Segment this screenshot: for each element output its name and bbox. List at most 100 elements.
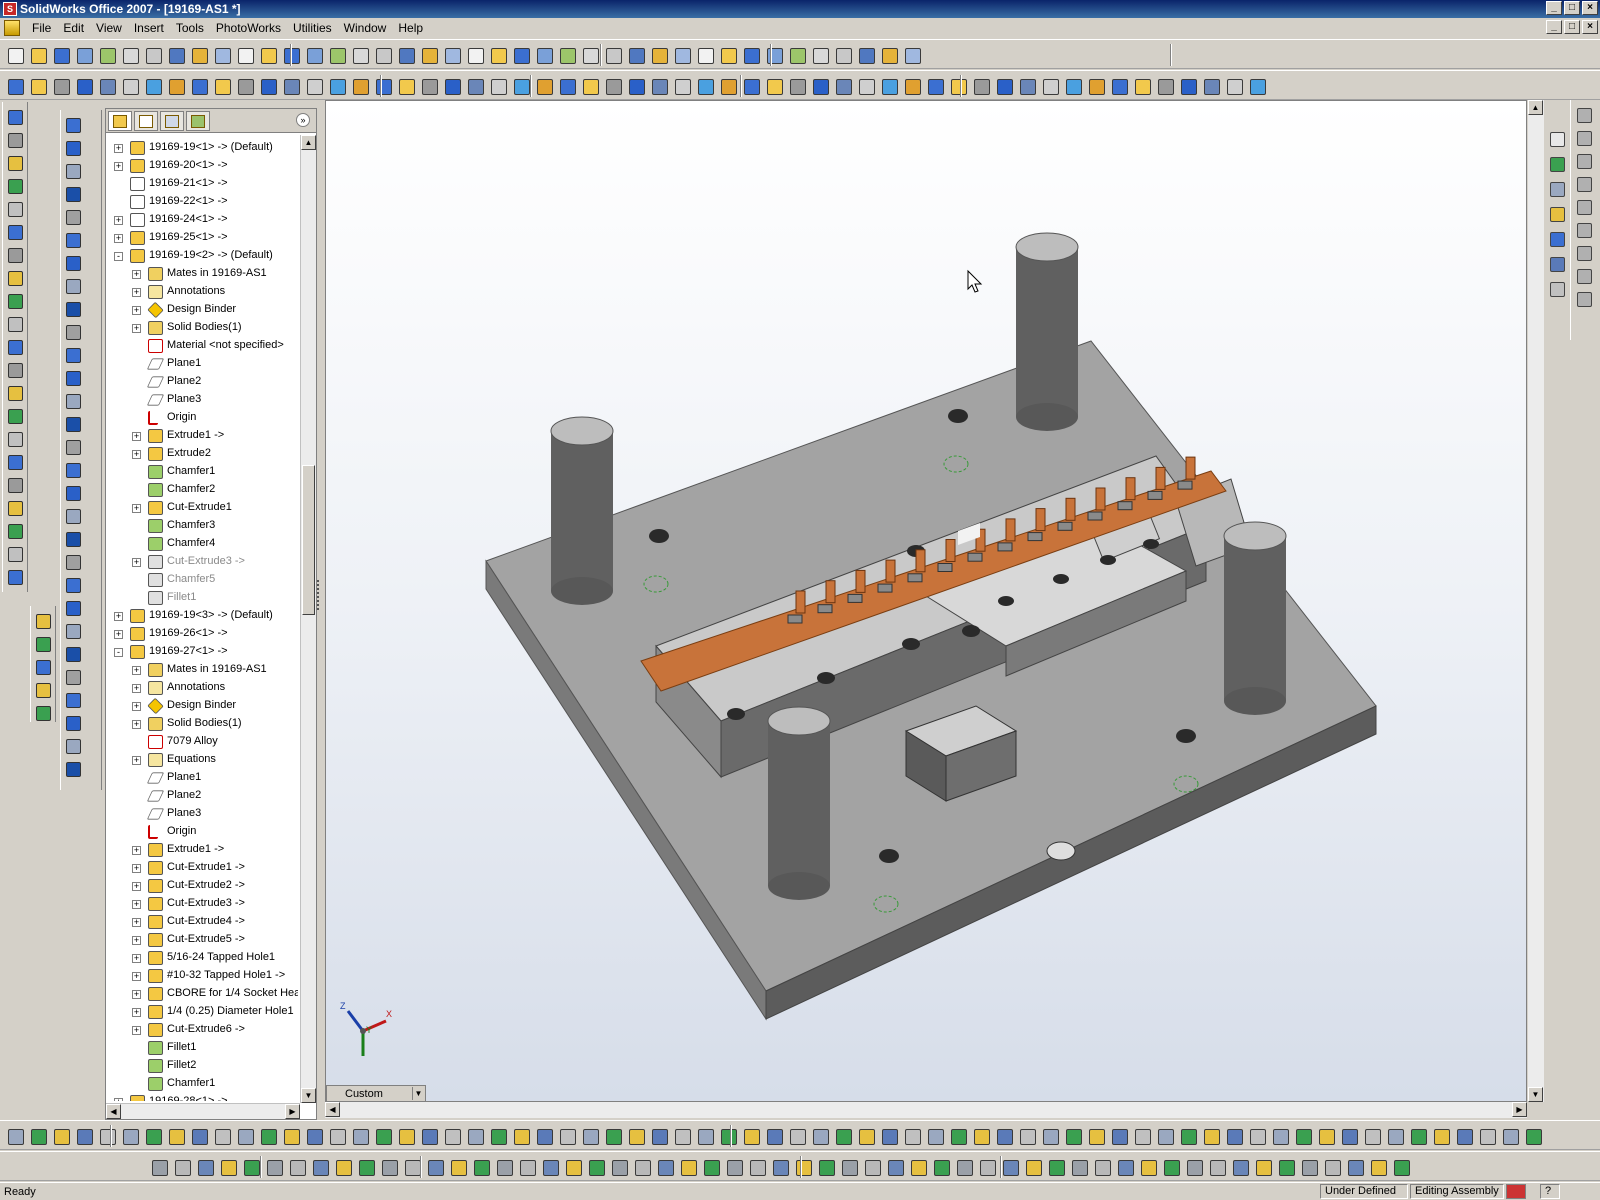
toolbar-button-icon[interactable] <box>857 1127 875 1145</box>
toolbar-button-icon[interactable] <box>6 568 24 586</box>
chevron-down-icon[interactable]: ▼ <box>412 1087 424 1100</box>
toolbar-button-icon[interactable] <box>650 1127 668 1145</box>
toolbar-button-icon[interactable] <box>6 200 24 218</box>
toolbar-button-icon[interactable] <box>1294 1127 1312 1145</box>
toolbar-button-icon[interactable] <box>173 1158 191 1176</box>
tree-item[interactable]: + Mates in 19169-AS1 <box>106 265 298 283</box>
toolbar-button-icon[interactable] <box>673 1127 691 1145</box>
scroll-down-arrow[interactable]: ▼ <box>301 1088 316 1103</box>
tree-item[interactable]: Chamfer1 <box>106 1075 298 1093</box>
toolbar-button-icon[interactable] <box>121 77 139 95</box>
toolbar-button-icon[interactable] <box>909 1158 927 1176</box>
toolbar-button-icon[interactable] <box>242 1158 260 1176</box>
toolbar-button-icon[interactable] <box>1501 1127 1519 1145</box>
toolbar-button-icon[interactable] <box>64 599 82 617</box>
assembly-model[interactable]: Z X Y <box>326 101 1527 1102</box>
toolbar-button-icon[interactable] <box>29 46 47 64</box>
tree-item[interactable]: Fillet1 <box>106 589 298 607</box>
toolbar-button-icon[interactable] <box>144 1127 162 1145</box>
toolbar-button-icon[interactable] <box>1208 1158 1226 1176</box>
menu-insert[interactable]: Insert <box>128 21 170 35</box>
minimize-button[interactable]: _ <box>1546 1 1562 15</box>
task-pane-tab-icon[interactable] <box>1548 280 1566 298</box>
menu-utilities[interactable]: Utilities <box>287 21 338 35</box>
tree-item[interactable]: + Solid Bodies(1) <box>106 715 298 733</box>
tree-expander[interactable]: + <box>132 504 141 513</box>
toolbar-button-icon[interactable] <box>650 46 668 64</box>
toolbar-button-icon[interactable] <box>696 46 714 64</box>
task-pane-tab-icon[interactable] <box>1548 155 1566 173</box>
toolbar-button-icon[interactable] <box>6 77 24 95</box>
tree-item[interactable]: Plane2 <box>106 373 298 391</box>
toolbar-button-icon[interactable] <box>6 154 24 172</box>
tree-expander[interactable]: + <box>114 162 123 171</box>
toolbar-button-icon[interactable] <box>6 545 24 563</box>
tree-item[interactable]: + Cut-Extrude1 -> <box>106 859 298 877</box>
toolbar-button-icon[interactable] <box>1064 77 1082 95</box>
toolbar-button-icon[interactable] <box>144 77 162 95</box>
toolbar-button-icon[interactable] <box>34 681 52 699</box>
toolbar-button-icon[interactable] <box>1300 1158 1318 1176</box>
toolbar-button-icon[interactable] <box>167 1127 185 1145</box>
toolbar-button-icon[interactable] <box>1202 77 1220 95</box>
toolbar-button-icon[interactable] <box>880 46 898 64</box>
toolbar-button-icon[interactable] <box>1018 1127 1036 1145</box>
toolbar-button-icon[interactable] <box>64 737 82 755</box>
toolbar-button-icon[interactable] <box>495 1158 513 1176</box>
toolbar-button-icon[interactable] <box>656 1158 674 1176</box>
toolbar-button-icon[interactable] <box>64 645 82 663</box>
toolbar-button-icon[interactable] <box>420 77 438 95</box>
tree-item[interactable]: + Extrude2 <box>106 445 298 463</box>
toolbar-button-icon[interactable] <box>64 576 82 594</box>
viewport-scroll-left[interactable]: ◀ <box>325 1102 340 1117</box>
toolbar-button-icon[interactable] <box>1139 1158 1157 1176</box>
tree-item[interactable]: + Cut-Extrude2 -> <box>106 877 298 895</box>
tree-item[interactable]: Chamfer5 <box>106 571 298 589</box>
toolbar-button-icon[interactable] <box>64 392 82 410</box>
tree-item[interactable]: + Design Binder <box>106 301 298 319</box>
toolbar-button-icon[interactable] <box>1248 77 1266 95</box>
doc-minimize-button[interactable]: _ <box>1546 20 1562 34</box>
viewport-vertical-scrollbar[interactable]: ▲ ▼ <box>1528 100 1544 1102</box>
toolbar-button-icon[interactable] <box>1202 1127 1220 1145</box>
toolbar-button-icon[interactable] <box>236 1127 254 1145</box>
close-button[interactable]: × <box>1582 1 1598 15</box>
toolbar-button-icon[interactable] <box>75 46 93 64</box>
toolbar-button-icon[interactable] <box>558 46 576 64</box>
tree-item[interactable]: Chamfer2 <box>106 481 298 499</box>
toolbar-button-icon[interactable] <box>34 658 52 676</box>
toolbar-button-icon[interactable] <box>98 46 116 64</box>
tree-item[interactable]: Chamfer3 <box>106 517 298 535</box>
toolbar-button-icon[interactable] <box>64 162 82 180</box>
toolbar-button-icon[interactable] <box>880 1127 898 1145</box>
toolbar-button-icon[interactable] <box>64 208 82 226</box>
toolbar-button-icon[interactable] <box>719 46 737 64</box>
toolbar-button-icon[interactable] <box>1064 1127 1082 1145</box>
tree-expander[interactable]: + <box>114 630 123 639</box>
toolbar-button-icon[interactable] <box>6 1127 24 1145</box>
toolbar-button-icon[interactable] <box>305 46 323 64</box>
toolbar-button-icon[interactable] <box>64 415 82 433</box>
toolbar-button-icon[interactable] <box>6 522 24 540</box>
toolbar-button-icon[interactable] <box>328 1127 346 1145</box>
tree-item[interactable]: Fillet1 <box>106 1039 298 1057</box>
toolbar-button-icon[interactable] <box>334 1158 352 1176</box>
toolbar-button-icon[interactable] <box>1070 1158 1088 1176</box>
toolbar-button-icon[interactable] <box>650 77 668 95</box>
toolbar-button-icon[interactable] <box>1162 1158 1180 1176</box>
viewport-scroll-right[interactable]: ▶ <box>1512 1102 1527 1117</box>
toolbar-button-icon[interactable] <box>328 77 346 95</box>
tree-expander[interactable]: + <box>132 432 141 441</box>
toolbar-button-icon[interactable] <box>489 77 507 95</box>
toolbar-button-icon[interactable] <box>903 46 921 64</box>
toolbar-button-icon[interactable] <box>1018 77 1036 95</box>
scroll-left-arrow[interactable]: ◀ <box>106 1104 121 1119</box>
menu-tools[interactable]: Tools <box>170 21 210 35</box>
toolbar-button-icon[interactable] <box>1156 77 1174 95</box>
tree-item[interactable]: Origin <box>106 823 298 841</box>
tree-item[interactable]: + Extrude1 -> <box>106 427 298 445</box>
toolbar-button-icon[interactable] <box>1087 1127 1105 1145</box>
toolbar-button-icon[interactable] <box>1575 129 1593 147</box>
toolbar-button-icon[interactable] <box>466 77 484 95</box>
toolbar-button-icon[interactable] <box>1271 1127 1289 1145</box>
